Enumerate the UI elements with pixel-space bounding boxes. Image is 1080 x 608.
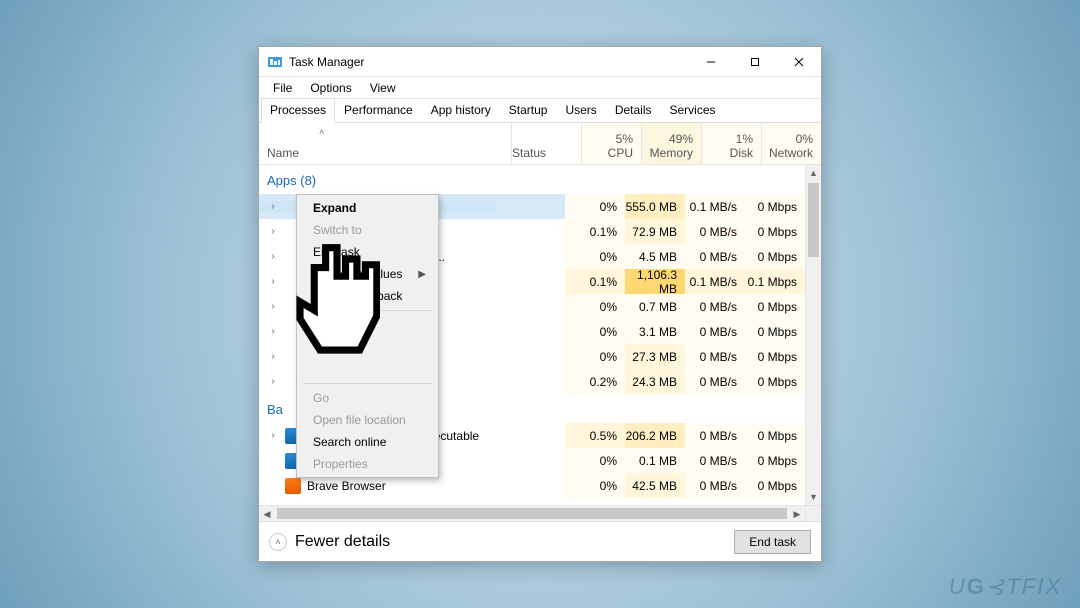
minimize-button[interactable] [689, 47, 733, 77]
footer-bar: ˄ Fewer details End task [259, 521, 821, 561]
chevron-right-icon: ▶ [418, 269, 426, 280]
tab-details[interactable]: Details [606, 98, 661, 123]
ctx-go-to-details: Go [299, 387, 436, 409]
scroll-corner [805, 505, 821, 521]
ctx-resource-values[interactable]: Resource values ▶ [299, 263, 436, 285]
scroll-down-icon[interactable]: ▼ [806, 489, 821, 505]
group-apps: Apps (8) [259, 165, 805, 194]
menu-bar: File Options View [259, 77, 821, 99]
scroll-right-icon[interactable]: ▶ [789, 506, 805, 521]
menu-view[interactable]: View [362, 79, 404, 97]
ctx-open-file-location: Open file location [299, 409, 436, 431]
chevron-right-icon[interactable]: › [267, 251, 279, 262]
chevron-up-icon[interactable]: ˄ [269, 533, 287, 551]
chevron-right-icon[interactable]: › [267, 201, 279, 212]
cpu-cell: 0% [565, 194, 625, 219]
menu-options[interactable]: Options [302, 79, 359, 97]
ctx-properties: Properties [299, 453, 436, 475]
ctx-search-online[interactable]: Search online [299, 431, 436, 453]
watermark: UG⊰TFIX [949, 574, 1062, 600]
chevron-right-icon[interactable]: › [267, 226, 279, 237]
title-bar: Task Manager [259, 47, 821, 77]
close-button[interactable] [777, 47, 821, 77]
col-cpu[interactable]: 5% CPU [581, 123, 641, 164]
chevron-right-icon[interactable]: › [267, 376, 279, 387]
col-status[interactable]: Status [511, 123, 581, 164]
menu-separator [303, 310, 432, 311]
brave-icon [285, 478, 301, 494]
col-name[interactable]: ˄ Name [259, 123, 511, 164]
col-disk[interactable]: 1% Disk [701, 123, 761, 164]
scroll-thumb[interactable] [808, 183, 819, 257]
chevron-right-icon[interactable]: › [267, 430, 279, 441]
scroll-up-icon[interactable]: ▲ [806, 165, 821, 181]
ctx-end-task[interactable]: End task [299, 241, 436, 263]
ctx-provide-feedback[interactable]: Provide feedback [299, 285, 436, 307]
vertical-scrollbar[interactable]: ▲ ▼ [805, 165, 821, 505]
ctx-hidden-3[interactable] [299, 358, 436, 380]
context-menu: Expand Switch to End task Resource value… [296, 194, 439, 478]
app-icon [267, 54, 283, 70]
ctx-switch-to: Switch to [299, 219, 436, 241]
ctx-hidden-2[interactable] [299, 336, 436, 358]
ctx-expand[interactable]: Expand [299, 197, 436, 219]
chevron-right-icon[interactable]: › [267, 276, 279, 287]
column-headers: ˄ Name Status 5% CPU 49% Memory 1% Disk … [259, 123, 821, 165]
tab-performance[interactable]: Performance [335, 98, 422, 123]
ctx-hidden-1[interactable] [299, 314, 436, 336]
scroll-left-icon[interactable]: ◀ [259, 506, 275, 521]
tab-app-history[interactable]: App history [422, 98, 500, 123]
tab-startup[interactable]: Startup [500, 98, 557, 123]
menu-separator [303, 383, 432, 384]
process-name: Brave Browser [307, 479, 386, 493]
fewer-details-link[interactable]: Fewer details [295, 533, 390, 551]
tab-processes[interactable]: Processes [261, 98, 335, 123]
horizontal-scrollbar[interactable]: ◀ ▶ [259, 505, 805, 521]
col-memory[interactable]: 49% Memory [641, 123, 701, 164]
end-task-button[interactable]: End task [734, 530, 811, 554]
maximize-button[interactable] [733, 47, 777, 77]
scroll-thumb[interactable] [277, 508, 787, 519]
tab-bar: Processes Performance App history Startu… [259, 99, 821, 123]
chevron-right-icon[interactable]: › [267, 326, 279, 337]
chevron-right-icon[interactable]: › [267, 351, 279, 362]
disk-cell: 0.1 MB/s [685, 194, 745, 219]
tab-users[interactable]: Users [556, 98, 605, 123]
tab-services[interactable]: Services [661, 98, 725, 123]
net-cell: 0 Mbps [745, 194, 805, 219]
mem-cell: 555.0 MB [625, 194, 685, 219]
chevron-right-icon[interactable]: › [267, 301, 279, 312]
col-network[interactable]: 0% Network [761, 123, 821, 164]
window-title: Task Manager [289, 55, 364, 69]
window-controls [689, 47, 821, 77]
menu-file[interactable]: File [265, 79, 300, 97]
sort-arrow-icon: ˄ [319, 127, 324, 137]
